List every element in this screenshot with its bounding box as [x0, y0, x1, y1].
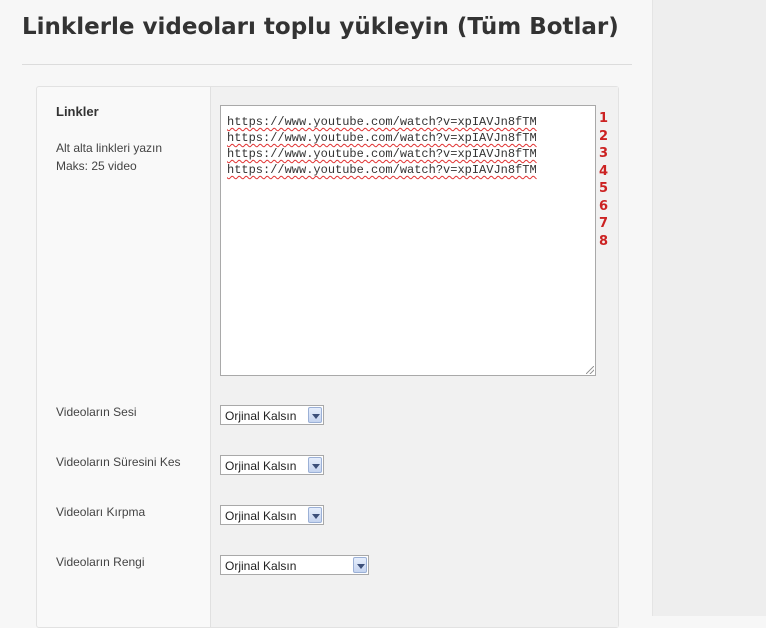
duration-select[interactable]: Orjinal Kalsın [220, 455, 324, 475]
chevron-down-icon[interactable] [353, 557, 367, 573]
color-select[interactable]: Orjinal Kalsın [220, 555, 369, 575]
links-textarea[interactable]: https://www.youtube.com/watch?v=xpIAVJn8… [220, 105, 596, 376]
duration-select-value: Orjinal Kalsın [225, 459, 297, 473]
links-max-text: Maks: 25 video [56, 159, 137, 173]
link-line: https://www.youtube.com/watch?v=xpIAVJn8… [227, 131, 537, 145]
links-help-text: Alt alta linkleri yazın [56, 141, 163, 155]
line-number: 1 [599, 111, 609, 126]
chevron-down-icon[interactable] [308, 507, 322, 523]
sound-select-value: Orjinal Kalsın [225, 409, 297, 423]
line-number: 3 [599, 146, 609, 161]
page-title: Linklerle videoları toplu yükleyin (Tüm … [22, 14, 619, 40]
line-number: 7 [599, 216, 609, 231]
sound-label: Videoların Sesi [56, 405, 137, 419]
chevron-down-icon[interactable] [308, 407, 322, 423]
line-number: 4 [599, 164, 609, 179]
line-number: 2 [599, 129, 609, 144]
resize-grip-icon[interactable] [586, 366, 594, 374]
color-select-value: Orjinal Kalsın [225, 559, 297, 573]
line-number: 5 [599, 181, 609, 196]
main-content: Linklerle videoları toplu yükleyin (Tüm … [0, 0, 652, 628]
color-label: Videoların Rengi [56, 555, 145, 569]
duration-label: Videoların Süresini Kes [56, 455, 181, 469]
title-divider [22, 64, 632, 65]
link-line: https://www.youtube.com/watch?v=xpIAVJn8… [227, 163, 537, 177]
crop-select-value: Orjinal Kalsın [225, 509, 297, 523]
link-line: https://www.youtube.com/watch?v=xpIAVJn8… [227, 115, 537, 129]
side-background [652, 0, 766, 616]
chevron-down-icon[interactable] [308, 457, 322, 473]
crop-label: Videoları Kırpma [56, 505, 146, 519]
line-number: 6 [599, 199, 609, 214]
links-label: Linkler [56, 104, 99, 119]
link-line: https://www.youtube.com/watch?v=xpIAVJn8… [227, 147, 537, 161]
crop-select[interactable]: Orjinal Kalsın [220, 505, 324, 525]
line-number: 8 [599, 234, 609, 249]
sound-select[interactable]: Orjinal Kalsın [220, 405, 324, 425]
